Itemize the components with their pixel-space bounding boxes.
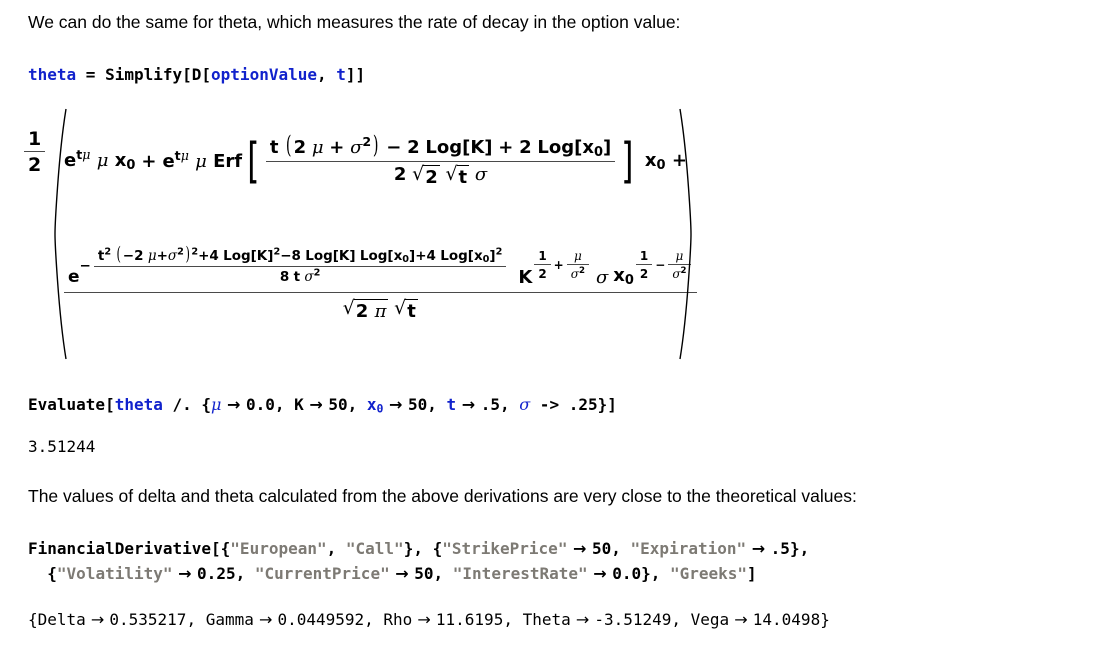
exponent-numerator: t2 (−2 μ+σ2)2+4 Log[K]2−8 Log[K] Log[x0]… xyxy=(97,243,503,266)
evaluate-input-cell[interactable]: Evaluate[theta /. {μ → 0.0, K → 50, x0 →… xyxy=(28,393,617,418)
erf-close-bracket: ] xyxy=(621,132,634,189)
outer-fraction-numerator: e − t2 (−2 μ+σ2)2+4 Log[K]2−8 Log[K] Log… xyxy=(64,243,697,292)
tail-factors: K 12 + μ σ2 σ x0 12 − μ σ2 xyxy=(518,249,692,288)
token-t: t xyxy=(336,65,346,84)
leading-one-half: 1 2 xyxy=(22,128,47,176)
erf-denominator: 2 √ 2 √ t σ xyxy=(393,162,488,188)
term-exp-mu-x0: etμ μ x0 xyxy=(64,147,136,173)
exponent-fraction: t2 (−2 μ+σ2)2+4 Log[K]2−8 Log[K] Log[x0]… xyxy=(93,243,507,286)
erf-numerator: t (2 μ + σ2) − 2 Log[K] + 2 Log[x0] xyxy=(269,131,612,160)
token-close: ]] xyxy=(345,65,366,84)
formula-line-1: etμ μ x0 + etμ μ Erf [ t (2 μ + σ2) − 2 … xyxy=(64,131,687,189)
erf-argument-fraction: t (2 μ + σ2) − 2 Log[K] + 2 Log[x0] 2 √ 2… xyxy=(265,131,616,188)
token-optionvalue: optionValue xyxy=(211,65,317,84)
theta-input-cell[interactable]: theta = Simplify[D[optionValue, t]] xyxy=(28,63,365,88)
token-theta: theta xyxy=(28,65,77,84)
evaluate-output-cell: 3.51244 xyxy=(28,437,96,456)
outer-exponential-fraction: e − t2 (−2 μ+σ2)2+4 Log[K]2−8 Log[K] Log… xyxy=(64,243,697,323)
closing-paragraph: The values of delta and theta calculated… xyxy=(28,486,857,506)
term-exp-mu-erf: etμ μ Erf xyxy=(162,147,243,172)
exponent-denominator: 8 t σ2 xyxy=(279,267,321,286)
financial-derivative-input-line2[interactable]: {"Volatility" → 0.25, "CurrentPrice" → 5… xyxy=(28,562,756,587)
plus-1: + xyxy=(141,150,157,172)
token-eq: = Simplify[D[ xyxy=(76,65,212,84)
token-comma: , xyxy=(317,65,337,84)
expression-close-paren xyxy=(678,108,694,360)
formula-line-2: e − t2 (−2 μ+σ2)2+4 Log[K]2−8 Log[K] Log… xyxy=(62,243,699,323)
intro-paragraph: We can do the same for theta, which meas… xyxy=(28,12,681,32)
outer-fraction-denominator: √ 2 π √ t xyxy=(342,297,418,323)
greeks-output-cell: {Delta → 0.535217, Gamma → 0.0449592, Rh… xyxy=(28,610,830,629)
financial-derivative-input-line1[interactable]: FinancialDerivative[{"European", "Call"}… xyxy=(28,537,809,562)
erf-open-bracket: [ xyxy=(247,132,260,189)
